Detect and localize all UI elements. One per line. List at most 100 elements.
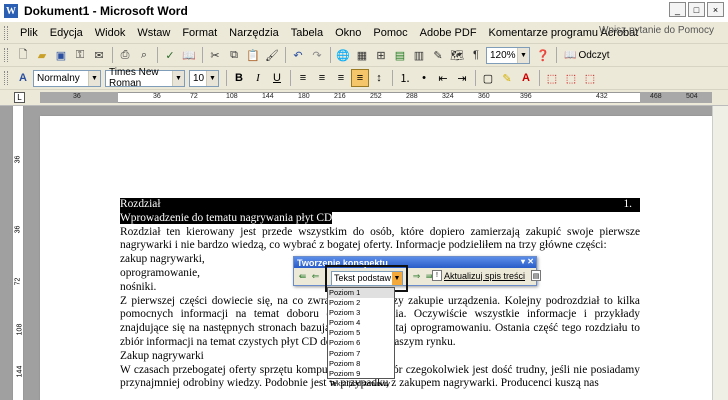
show-hide-icon[interactable]: ¶: [467, 46, 485, 64]
horizontal-ruler-bar: L 36 36 72 108 144 180 216 252 288 324 3…: [0, 90, 728, 106]
outline-level-field[interactable]: Tekst podstaw ▼: [331, 271, 403, 286]
document-map-icon[interactable]: 🗺: [448, 46, 466, 64]
insert-table-icon[interactable]: ⊞: [372, 46, 390, 64]
chevron-down-icon[interactable]: ▼: [392, 272, 402, 285]
dropdown-option-poziom-6[interactable]: Poziom 6: [328, 338, 394, 348]
paragraph-1[interactable]: Rozdział ten kierowany jest przede wszys…: [120, 226, 640, 254]
ruler-number: 36: [14, 225, 22, 234]
menu-okno[interactable]: Okno: [329, 27, 367, 39]
help-question-box[interactable]: Wpisz pytanie do Pomocy: [599, 25, 714, 36]
dropdown-option-poziom-1[interactable]: Poziom 1: [328, 288, 394, 299]
line-spacing-icon[interactable]: ↕: [370, 69, 388, 87]
demote-icon[interactable]: ⇒: [410, 270, 423, 284]
dropdown-option-poziom-2[interactable]: Poziom 2: [328, 298, 394, 308]
permission-icon[interactable]: ⚿: [71, 46, 89, 64]
numbering-icon[interactable]: ⒈: [396, 69, 414, 87]
pdf-create-icon[interactable]: ⬚: [543, 69, 561, 87]
promote-icon[interactable]: ⇐: [309, 270, 322, 284]
menu-edycja[interactable]: Edycja: [44, 27, 89, 39]
menu-grip[interactable]: [4, 25, 8, 40]
justify-icon[interactable]: ≡: [351, 69, 369, 87]
dropdown-option-poziom-3[interactable]: Poziom 3: [328, 308, 394, 318]
redo-icon[interactable]: ↷: [308, 46, 326, 64]
read-button[interactable]: 📖 Odczyt: [560, 47, 614, 64]
menu-format[interactable]: Format: [176, 27, 223, 39]
save-icon[interactable]: ▣: [52, 46, 70, 64]
dropdown-option-poziom-8[interactable]: Poziom 8: [328, 359, 394, 369]
align-right-icon[interactable]: ≡: [332, 69, 350, 87]
font-color-icon[interactable]: A: [517, 69, 535, 87]
font-size-combo[interactable]: 10 ▼: [189, 69, 219, 87]
style-combo[interactable]: Normalny ▼: [33, 69, 101, 87]
chevron-down-icon[interactable]: ▼: [88, 70, 100, 86]
heading-2[interactable]: Wprowadzenie do tematu nagrywania płyt C…: [120, 211, 640, 226]
maximize-button[interactable]: □: [688, 2, 705, 17]
vertical-scrollbar[interactable]: [712, 106, 728, 400]
menu-plik[interactable]: Plik: [14, 27, 44, 39]
font-combo[interactable]: Times New Roman ▼: [105, 67, 185, 89]
print-preview-icon[interactable]: ⌕: [135, 46, 153, 64]
zoom-combo[interactable]: 120% ▼: [486, 46, 530, 64]
spelling-icon[interactable]: ✓: [161, 46, 179, 64]
menu-widok[interactable]: Widok: [89, 27, 132, 39]
separator: [556, 47, 557, 63]
cut-icon[interactable]: ✂: [206, 46, 224, 64]
toolbar-options-icon[interactable]: ▾: [521, 257, 525, 266]
close-icon[interactable]: ✕: [527, 257, 534, 266]
heading-1-number: 1.: [623, 198, 632, 210]
undo-icon[interactable]: ↶: [289, 46, 307, 64]
print-icon[interactable]: ⎙: [116, 46, 134, 64]
pdf-review-icon[interactable]: ⬚: [581, 69, 599, 87]
highlight-icon[interactable]: ✎: [498, 69, 516, 87]
border-icon[interactable]: ▢: [479, 69, 497, 87]
help-icon[interactable]: ❓: [534, 46, 552, 64]
separator: [157, 47, 158, 63]
update-toc-button[interactable]: ! Aktualizuj spis treści ▤: [432, 270, 543, 281]
menu-wstaw[interactable]: Wstaw: [131, 27, 176, 39]
bullets-icon[interactable]: •: [415, 69, 433, 87]
pdf-email-icon[interactable]: ⬚: [562, 69, 580, 87]
italic-button[interactable]: I: [249, 69, 267, 87]
dropdown-option-poziom-7[interactable]: Poziom 7: [328, 349, 394, 359]
open-folder-icon[interactable]: ▰: [33, 46, 51, 64]
email-icon[interactable]: ✉: [90, 46, 108, 64]
hyperlink-icon[interactable]: 🌐: [334, 46, 352, 64]
vertical-ruler[interactable]: 36 36 72 108 144: [12, 106, 24, 400]
styles-formatting-icon[interactable]: A: [14, 69, 32, 87]
chevron-down-icon[interactable]: ▼: [172, 70, 184, 86]
go-to-toc-icon[interactable]: ▤: [531, 270, 542, 281]
tables-borders-icon[interactable]: ▦: [353, 46, 371, 64]
ruler-number: 180: [298, 93, 310, 100]
toolbar-grip[interactable]: [4, 71, 8, 85]
format-painter-icon[interactable]: 🖌: [263, 46, 281, 64]
tab-selector[interactable]: L: [14, 92, 25, 103]
paste-icon[interactable]: 📋: [244, 46, 262, 64]
new-document-icon[interactable]: 🗋: [14, 46, 32, 64]
chevron-down-icon[interactable]: ▼: [206, 70, 218, 86]
underline-button[interactable]: U: [268, 69, 286, 87]
align-center-icon[interactable]: ≡: [313, 69, 331, 87]
copy-icon[interactable]: ⧉: [225, 46, 243, 64]
dropdown-option-poziom-9[interactable]: Poziom 9: [328, 369, 394, 379]
promote-to-heading-icon[interactable]: ⇚: [296, 270, 309, 284]
menu-pomoc[interactable]: Pomoc: [367, 27, 413, 39]
heading-1[interactable]: Rozdział 1.: [120, 198, 640, 212]
increase-indent-icon[interactable]: ⇥: [453, 69, 471, 87]
columns-icon[interactable]: ▥: [410, 46, 428, 64]
toolbar-grip[interactable]: [4, 48, 8, 62]
align-left-icon[interactable]: ≡: [294, 69, 312, 87]
dropdown-option-poziom-4[interactable]: Poziom 4: [328, 318, 394, 328]
menu-narzedzia[interactable]: Narzędzia: [223, 27, 285, 39]
chevron-down-icon[interactable]: ▼: [517, 47, 529, 63]
decrease-indent-icon[interactable]: ⇤: [434, 69, 452, 87]
menu-tabela[interactable]: Tabela: [285, 27, 329, 39]
menu-adobe-pdf[interactable]: Adobe PDF: [414, 27, 483, 39]
minimize-button[interactable]: _: [669, 2, 686, 17]
dropdown-option-poziom-5[interactable]: Poziom 5: [328, 328, 394, 338]
research-icon[interactable]: 📖: [180, 46, 198, 64]
drawing-icon[interactable]: ✎: [429, 46, 447, 64]
bold-button[interactable]: B: [230, 69, 248, 87]
dropdown-option-tekst-podstawowy[interactable]: Tekst podstawowy: [328, 379, 394, 389]
close-button[interactable]: ×: [707, 2, 724, 17]
insert-excel-icon[interactable]: ▤: [391, 46, 409, 64]
